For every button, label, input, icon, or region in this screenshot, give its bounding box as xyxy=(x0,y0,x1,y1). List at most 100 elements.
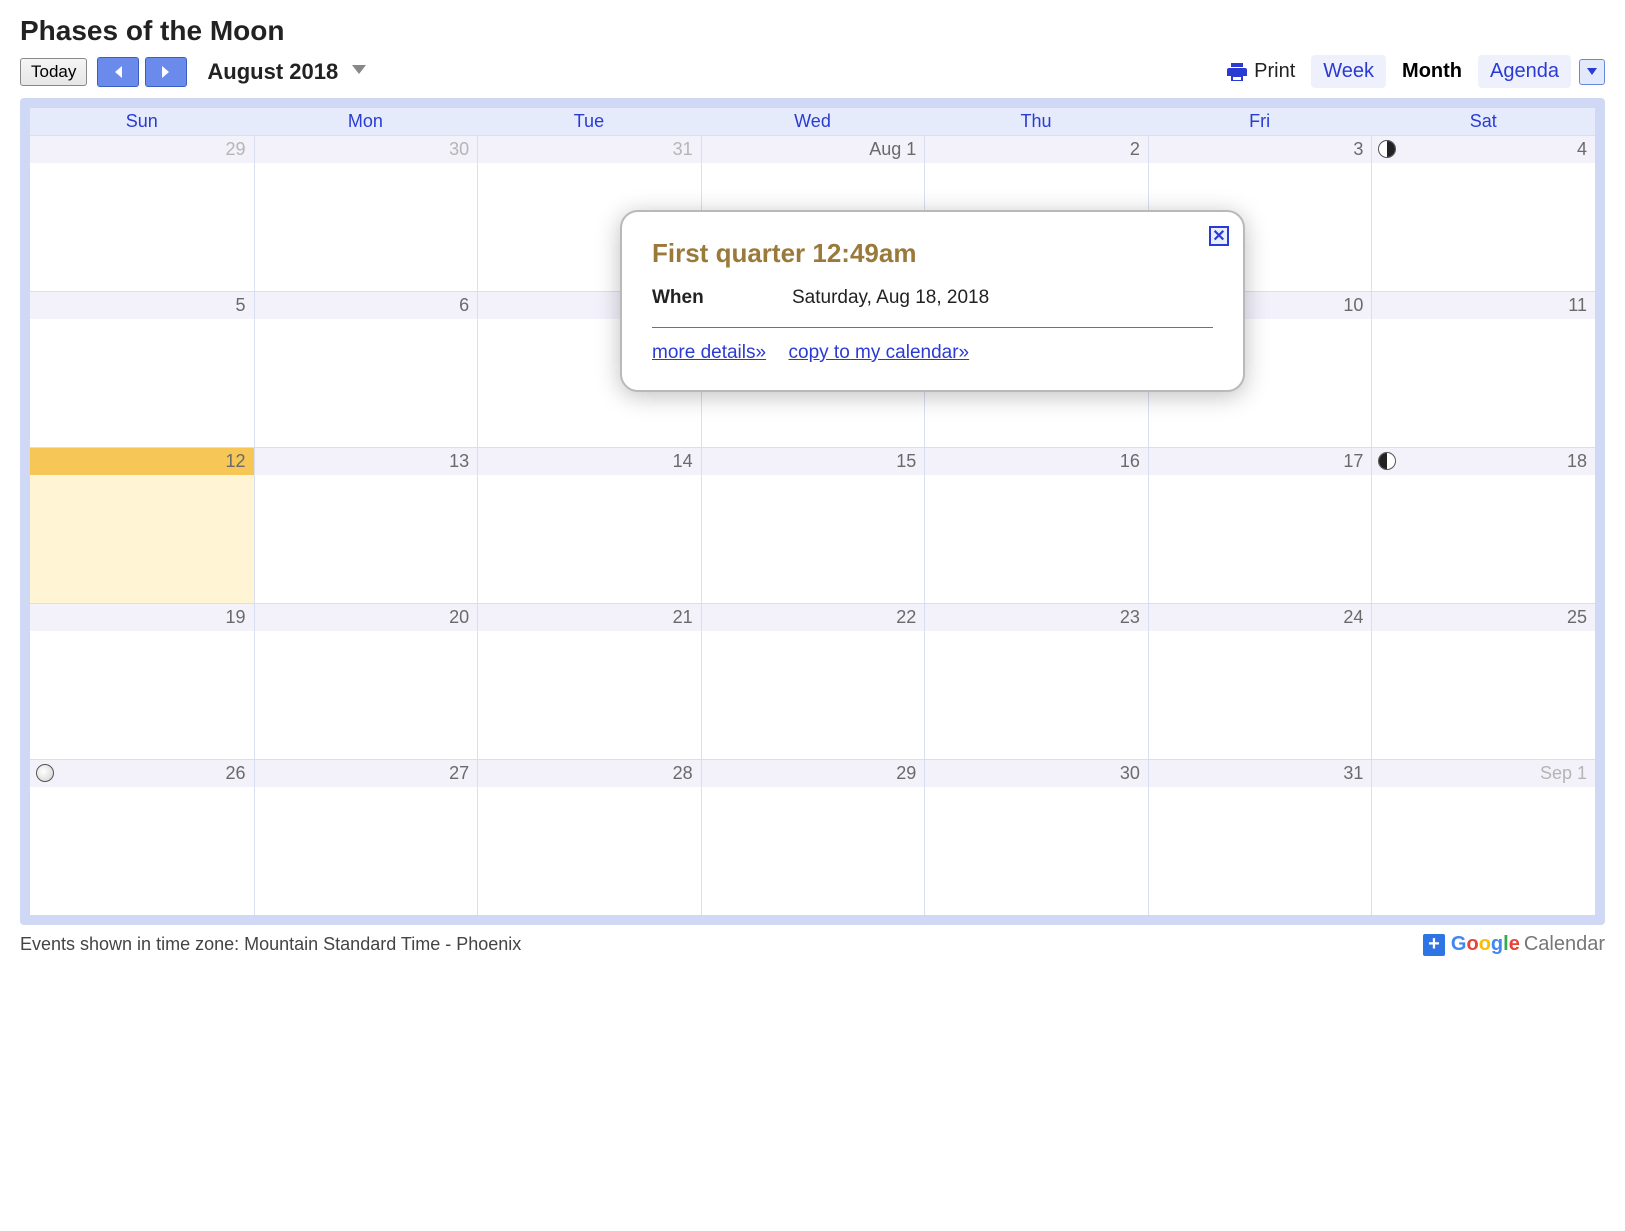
date-label: 12 xyxy=(30,448,254,475)
date-label: 20 xyxy=(255,604,478,631)
month-label: August 2018 xyxy=(207,59,338,85)
date-label: 18 xyxy=(1372,448,1595,475)
date-label: 30 xyxy=(255,136,478,163)
date-label: 3 xyxy=(1149,136,1372,163)
date-label: 31 xyxy=(478,136,701,163)
page-title: Phases of the Moon xyxy=(20,15,1605,47)
calendar-text: Calendar xyxy=(1524,933,1605,956)
footer: Events shown in time zone: Mountain Stan… xyxy=(20,933,1605,956)
calendar-week: 19202122232425 xyxy=(30,603,1595,759)
weekday-label: Wed xyxy=(701,108,925,135)
date-label: 2 xyxy=(925,136,1148,163)
date-label: 22 xyxy=(702,604,925,631)
date-label: 24 xyxy=(1149,604,1372,631)
calendar-week: 262728293031Sep 1 xyxy=(30,759,1595,915)
date-label: 14 xyxy=(478,448,701,475)
calendar-cell[interactable]: 22 xyxy=(701,603,925,759)
date-label: 30 xyxy=(925,760,1148,787)
chevron-right-icon xyxy=(160,65,172,79)
calendar-cell[interactable]: 27 xyxy=(254,759,478,915)
calendar-week: 12131415161718 xyxy=(30,447,1595,603)
calendar-cell[interactable]: 4 xyxy=(1371,135,1595,291)
more-details-link[interactable]: more details» xyxy=(652,342,766,363)
calendar-cell[interactable]: 11 xyxy=(1371,291,1595,447)
google-logo: Google xyxy=(1451,933,1520,956)
close-button[interactable]: ✕ xyxy=(1209,226,1229,246)
date-label: 19 xyxy=(30,604,254,631)
date-label: 27 xyxy=(255,760,478,787)
google-calendar-button[interactable]: + Google Calendar xyxy=(1423,933,1605,956)
next-month-button[interactable] xyxy=(145,57,187,87)
calendar-cell[interactable]: 14 xyxy=(477,447,701,603)
date-label: 29 xyxy=(30,136,254,163)
weekday-header: SunMonTueWedThuFriSat xyxy=(30,108,1595,135)
calendar-cell[interactable]: 18 xyxy=(1371,447,1595,603)
calendar-cell[interactable]: 15 xyxy=(701,447,925,603)
calendar-cell[interactable]: 19 xyxy=(30,603,254,759)
calendar-cell[interactable]: Sep 1 xyxy=(1371,759,1595,915)
popup-title: First quarter 12:49am xyxy=(652,238,1213,269)
date-label: 26 xyxy=(30,760,254,787)
calendar-cell[interactable]: 12 xyxy=(30,447,254,603)
tab-week[interactable]: Week xyxy=(1311,55,1386,88)
weekday-label: Thu xyxy=(924,108,1148,135)
calendar-cell[interactable]: 31 xyxy=(1148,759,1372,915)
toolbar: Today August 2018 Print Week Month Agend… xyxy=(20,55,1605,88)
date-label: 28 xyxy=(478,760,701,787)
weekday-label: Tue xyxy=(477,108,701,135)
view-options-dropdown[interactable] xyxy=(1579,59,1605,85)
popup-divider xyxy=(652,327,1213,328)
date-label: 6 xyxy=(255,292,478,319)
event-popup: ✕ First quarter 12:49am When Saturday, A… xyxy=(620,210,1245,392)
moon-phase-icon[interactable] xyxy=(1378,140,1396,158)
calendar-cell[interactable]: 29 xyxy=(30,135,254,291)
tab-month[interactable]: Month xyxy=(1390,55,1474,88)
calendar-cell[interactable]: 25 xyxy=(1371,603,1595,759)
printer-icon xyxy=(1224,60,1250,84)
calendar-cell[interactable]: 20 xyxy=(254,603,478,759)
weekday-label: Fri xyxy=(1148,108,1372,135)
date-label: 21 xyxy=(478,604,701,631)
moon-phase-icon[interactable] xyxy=(36,764,54,782)
date-label: 16 xyxy=(925,448,1148,475)
plus-icon: + xyxy=(1423,934,1445,956)
calendar-cell[interactable]: 23 xyxy=(924,603,1148,759)
calendar-cell[interactable]: 6 xyxy=(254,291,478,447)
weekday-label: Mon xyxy=(254,108,478,135)
print-button[interactable]: Print xyxy=(1224,60,1295,84)
calendar-cell[interactable]: 30 xyxy=(254,135,478,291)
print-label: Print xyxy=(1254,60,1295,83)
tab-agenda[interactable]: Agenda xyxy=(1478,55,1571,88)
date-label: 31 xyxy=(1149,760,1372,787)
popup-when-value: Saturday, Aug 18, 2018 xyxy=(792,287,989,309)
calendar-cell[interactable]: 5 xyxy=(30,291,254,447)
chevron-left-icon xyxy=(112,65,124,79)
date-label: 15 xyxy=(702,448,925,475)
calendar-cell[interactable]: 16 xyxy=(924,447,1148,603)
month-dropdown-icon[interactable] xyxy=(352,65,366,74)
calendar-cell[interactable]: 30 xyxy=(924,759,1148,915)
today-button[interactable]: Today xyxy=(20,58,87,86)
timezone-text: Events shown in time zone: Mountain Stan… xyxy=(20,934,521,955)
copy-to-calendar-link[interactable]: copy to my calendar» xyxy=(789,342,970,363)
date-label: Sep 1 xyxy=(1372,760,1595,787)
date-label: 23 xyxy=(925,604,1148,631)
date-label: Aug 1 xyxy=(702,136,925,163)
date-label: 29 xyxy=(702,760,925,787)
calendar-cell[interactable]: 21 xyxy=(477,603,701,759)
prev-month-button[interactable] xyxy=(97,57,139,87)
date-label: 13 xyxy=(255,448,478,475)
date-label: 25 xyxy=(1372,604,1595,631)
calendar-cell[interactable]: 29 xyxy=(701,759,925,915)
date-label: 17 xyxy=(1149,448,1372,475)
date-label: 5 xyxy=(30,292,254,319)
calendar-cell[interactable]: 24 xyxy=(1148,603,1372,759)
chevron-down-icon xyxy=(1587,68,1597,75)
calendar-cell[interactable]: 26 xyxy=(30,759,254,915)
date-label: 4 xyxy=(1372,136,1595,163)
weekday-label: Sun xyxy=(30,108,254,135)
date-label: 11 xyxy=(1372,292,1595,319)
calendar-cell[interactable]: 17 xyxy=(1148,447,1372,603)
calendar-cell[interactable]: 28 xyxy=(477,759,701,915)
calendar-cell[interactable]: 13 xyxy=(254,447,478,603)
